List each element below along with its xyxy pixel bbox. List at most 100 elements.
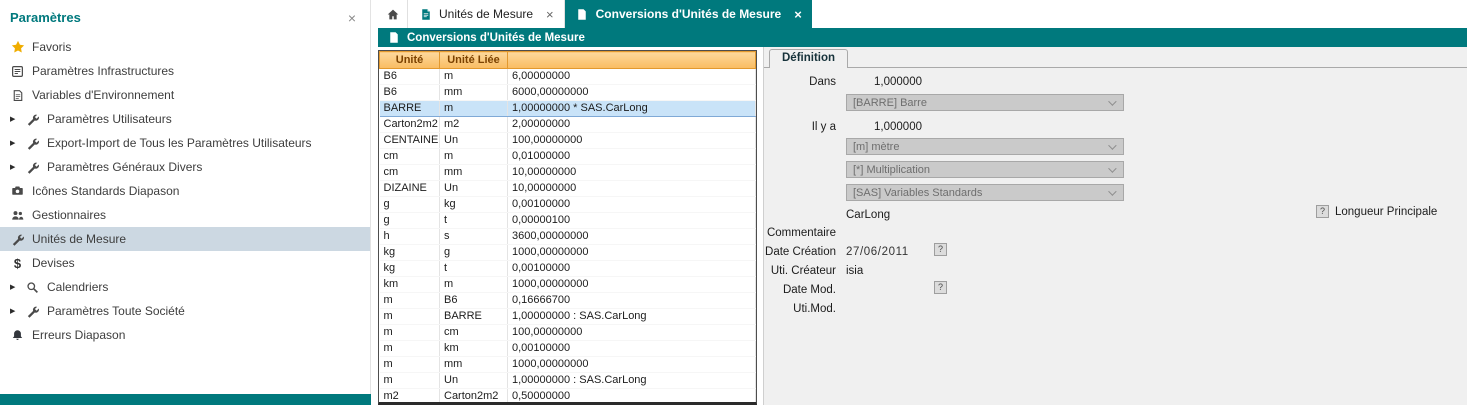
bell-icon bbox=[10, 329, 25, 342]
cell-unite: B6 bbox=[380, 85, 440, 101]
table-row[interactable]: m2 Carton2m2 0,50000000 bbox=[380, 389, 756, 405]
table-row[interactable]: Carton2m2 m2 2,00000000 bbox=[380, 117, 756, 133]
uti-mod-row: Uti.Mod. bbox=[764, 301, 836, 316]
chevron-right-icon: ▶ bbox=[10, 307, 18, 315]
definition-panel: Définition Dans 1,000000 [BARRE] Barre I… bbox=[763, 47, 1467, 405]
table-row[interactable]: g t 0,00000100 bbox=[380, 213, 756, 229]
column-header-unite-liee[interactable]: Unité Liée bbox=[440, 52, 508, 69]
sidebar-item-gestionnaires[interactable]: ▶ Gestionnaires bbox=[0, 203, 370, 227]
table-row[interactable]: B6 m 6,00000000 bbox=[380, 69, 756, 85]
sidebar-item-label: Unités de Mesure bbox=[32, 232, 126, 246]
table-row[interactable]: BARRE m 1,00000000 * SAS.CarLong bbox=[380, 101, 756, 117]
close-icon[interactable]: × bbox=[546, 8, 554, 21]
conversions-table-container: Unité Unité Liée B6 m 6,00000000 bbox=[378, 50, 757, 405]
help-button[interactable]: ? bbox=[934, 281, 947, 294]
il-y-a-row: Il y a 1,000000 bbox=[764, 119, 922, 134]
column-header-unite[interactable]: Unité bbox=[380, 52, 440, 69]
cell-unite-liee: t bbox=[440, 261, 508, 277]
sidebar-item-export-import[interactable]: ▶ Export-Import de Tous les Paramètres U… bbox=[0, 131, 370, 155]
cell-valeur: 3600,00000000 bbox=[508, 229, 756, 245]
cell-unite: m bbox=[380, 325, 440, 341]
help-button[interactable]: ? bbox=[934, 243, 947, 256]
il-y-a-unit-select[interactable]: [m] mètre bbox=[846, 138, 1124, 155]
tab-definition[interactable]: Définition bbox=[769, 49, 848, 68]
table-header-row: Unité Unité Liée bbox=[380, 52, 756, 69]
cell-unite: cm bbox=[380, 149, 440, 165]
cell-valeur: 1000,00000000 bbox=[508, 277, 756, 293]
sidebar-item-parametres-generaux-divers[interactable]: ▶ Paramètres Généraux Divers bbox=[0, 155, 370, 179]
table-row[interactable]: kg t 0,00100000 bbox=[380, 261, 756, 277]
sidebar-item-label: Paramètres Utilisateurs bbox=[47, 112, 172, 126]
magnifier-icon bbox=[25, 281, 40, 294]
cell-unite-liee: km bbox=[440, 341, 508, 357]
column-header-valeur[interactable] bbox=[508, 52, 756, 69]
uti-createur-row: Uti. Créateur bbox=[764, 263, 836, 278]
chevron-right-icon: ▶ bbox=[10, 163, 18, 171]
sidebar-item-variables-environnement[interactable]: ▶ Variables d'Environnement bbox=[0, 83, 370, 107]
operation-select[interactable]: [*] Multiplication bbox=[846, 161, 1124, 178]
table-row[interactable]: m BARRE 1,00000000 : SAS.CarLong bbox=[380, 309, 756, 325]
table-row[interactable]: m mm 1000,00000000 bbox=[380, 357, 756, 373]
cell-unite: g bbox=[380, 213, 440, 229]
dollar-icon: $ bbox=[10, 257, 25, 270]
content: Unité Unité Liée B6 m 6,00000000 bbox=[378, 47, 1467, 405]
help-button[interactable]: ? bbox=[1316, 205, 1329, 218]
cell-unite: DIZAINE bbox=[380, 181, 440, 197]
cell-unite: kg bbox=[380, 245, 440, 261]
table-row[interactable]: m cm 100,00000000 bbox=[380, 325, 756, 341]
cell-unite: g bbox=[380, 197, 440, 213]
cell-unite: cm bbox=[380, 165, 440, 181]
cell-valeur: 0,00100000 bbox=[508, 197, 756, 213]
document-icon bbox=[575, 8, 590, 21]
close-icon[interactable]: × bbox=[794, 8, 802, 21]
sidebar-item-label: Calendriers bbox=[47, 280, 108, 294]
cell-valeur: 100,00000000 bbox=[508, 133, 756, 149]
cell-valeur: 0,00100000 bbox=[508, 261, 756, 277]
sidebar-item-label: Variables d'Environnement bbox=[32, 88, 174, 102]
sidebar-item-icones-standards-diapason[interactable]: ▶ Icônes Standards Diapason bbox=[0, 179, 370, 203]
sidebar-item-parametres-utilisateurs[interactable]: ▶ Paramètres Utilisateurs bbox=[0, 107, 370, 131]
sidebar-item-calendriers[interactable]: ▶ Calendriers bbox=[0, 275, 370, 299]
sidebar-item-label: Export-Import de Tous les Paramètres Uti… bbox=[47, 136, 312, 150]
cell-unite: m bbox=[380, 357, 440, 373]
sidebar-item-unites-de-mesure[interactable]: ▶ Unités de Mesure bbox=[0, 227, 370, 251]
tab-home[interactable] bbox=[378, 0, 408, 28]
content-header: Conversions d'Unités de Mesure bbox=[378, 28, 1467, 47]
table-row[interactable]: g kg 0,00100000 bbox=[380, 197, 756, 213]
date-creation-row: Date Création bbox=[764, 244, 836, 259]
table-row[interactable]: h s 3600,00000000 bbox=[380, 229, 756, 245]
sidebar-item-parametres-toute-societe[interactable]: ▶ Paramètres Toute Société bbox=[0, 299, 370, 323]
cell-valeur: 6000,00000000 bbox=[508, 85, 756, 101]
wrench-icon bbox=[25, 113, 40, 126]
cell-unite: m bbox=[380, 341, 440, 357]
sidebar-item-devises[interactable]: ▶ $ Devises bbox=[0, 251, 370, 275]
table-row[interactable]: m km 0,00100000 bbox=[380, 341, 756, 357]
uti-createur-label: Uti. Créateur bbox=[764, 265, 836, 277]
cell-unite-liee: mm bbox=[440, 165, 508, 181]
table-row[interactable]: B6 mm 6000,00000000 bbox=[380, 85, 756, 101]
sidebar-item-favoris[interactable]: ▶ Favoris bbox=[0, 35, 370, 59]
close-icon[interactable]: × bbox=[348, 11, 356, 25]
cell-unite-liee: Un bbox=[440, 181, 508, 197]
wrench-icon bbox=[25, 305, 40, 318]
table-row[interactable]: m Un 1,00000000 : SAS.CarLong bbox=[380, 373, 756, 389]
tab-conversions-unites-de-mesure[interactable]: Conversions d'Unités de Mesure × bbox=[565, 0, 812, 28]
longueur-principale-label: Longueur Principale bbox=[1335, 206, 1437, 218]
table-row[interactable]: kg g 1000,00000000 bbox=[380, 245, 756, 261]
table-row[interactable]: km m 1000,00000000 bbox=[380, 277, 756, 293]
table-row[interactable]: DIZAINE Un 10,00000000 bbox=[380, 181, 756, 197]
table-row[interactable]: cm m 0,01000000 bbox=[380, 149, 756, 165]
table-row[interactable]: cm mm 10,00000000 bbox=[380, 165, 756, 181]
variable-type-select[interactable]: [SAS] Variables Standards bbox=[846, 184, 1124, 201]
table-row[interactable]: CENTAINE Un 100,00000000 bbox=[380, 133, 756, 149]
tab-unites-de-mesure[interactable]: Unités de Mesure × bbox=[408, 0, 565, 28]
dans-unit-select[interactable]: [BARRE] Barre bbox=[846, 94, 1124, 111]
cell-valeur: 1,00000000 * SAS.CarLong bbox=[508, 101, 756, 117]
sidebar-bottom-bar bbox=[0, 394, 371, 405]
people-icon bbox=[10, 209, 25, 222]
uti-createur-value: isia bbox=[846, 263, 863, 278]
sidebar-item-erreurs-diapason[interactable]: ▶ Erreurs Diapason bbox=[0, 323, 370, 347]
camera-icon bbox=[10, 185, 25, 197]
table-row[interactable]: m B6 0,16666700 bbox=[380, 293, 756, 309]
sidebar-item-parametres-infrastructures[interactable]: ▶ Paramètres Infrastructures bbox=[0, 59, 370, 83]
